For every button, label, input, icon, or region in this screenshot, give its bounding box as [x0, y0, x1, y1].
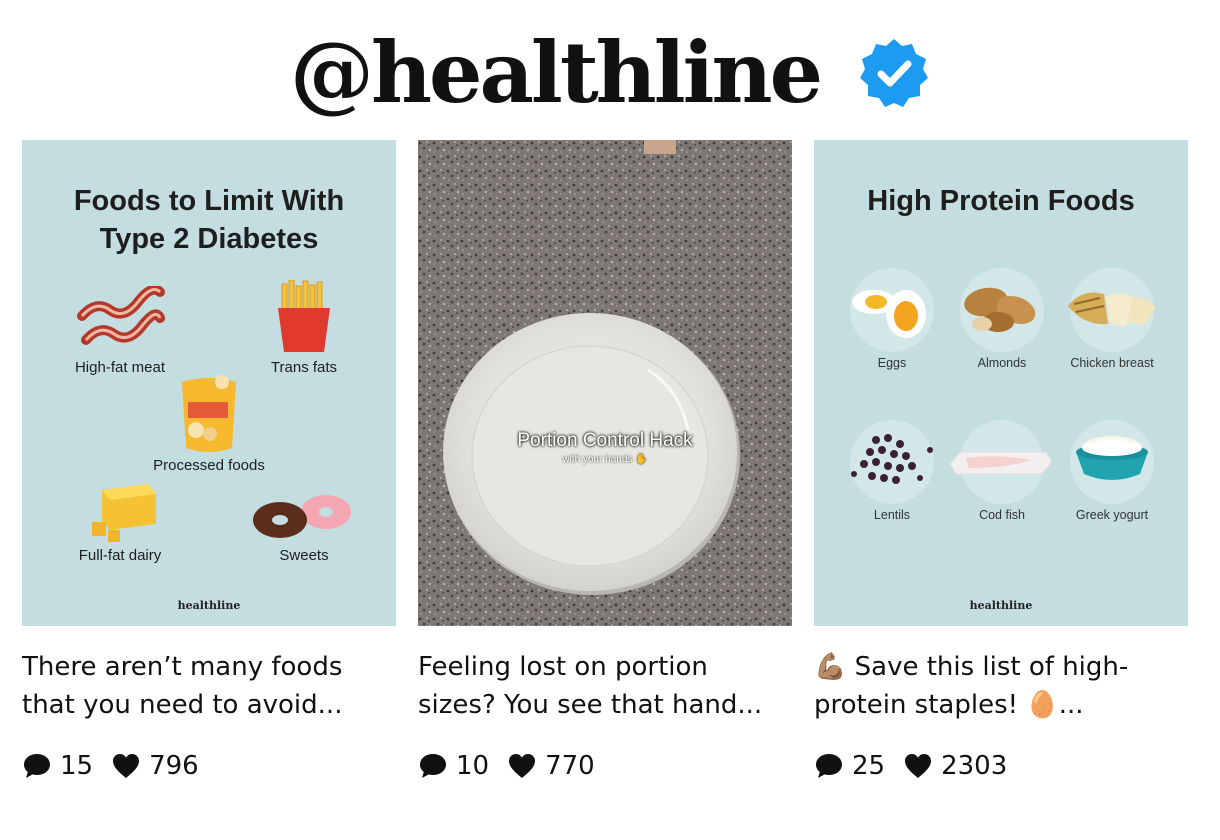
infographic-title: Foods to Limit With Type 2 Diabetes: [22, 182, 396, 258]
heart-icon: [113, 754, 140, 778]
overlay-subtitle: with your hands ✋: [562, 454, 648, 465]
post-caption[interactable]: 💪🏽 Save this list of high-protein staple…: [814, 648, 1188, 724]
lentils-icon: [851, 434, 933, 484]
heart-icon: [905, 754, 932, 778]
comment-bubble-icon: [420, 754, 446, 778]
almonds-icon: [964, 287, 1036, 332]
like-count-value: 770: [545, 751, 595, 781]
like-count[interactable]: 796: [111, 751, 199, 781]
post-stats: 10 770: [418, 746, 792, 786]
post-caption[interactable]: Feeling lost on portion sizes? You see t…: [418, 648, 792, 724]
chips-bag-icon: [182, 375, 236, 452]
infographic-title: High Protein Foods: [867, 185, 1135, 217]
post-stats: 25 2303: [814, 746, 1188, 786]
infographic-item-label: Cod fish: [979, 508, 1025, 522]
donuts-icon: [253, 495, 351, 538]
comment-bubble-icon: [816, 754, 842, 778]
cheese-icon: [92, 484, 156, 542]
post-card[interactable]: Portion Control Hack with your hands ✋ F…: [418, 140, 792, 786]
comment-count[interactable]: 10: [418, 751, 489, 781]
infographic-item-label: Trans fats: [270, 359, 338, 376]
post-thumbnail[interactable]: High Protein Foods Eggs Almonds Chicken …: [814, 140, 1188, 626]
cod-fish-icon: [949, 451, 1053, 475]
egg-icon: [852, 290, 926, 338]
like-count[interactable]: 2303: [903, 751, 1007, 781]
bacon-icon: [77, 286, 165, 345]
infographic-item-label: Lentils: [873, 508, 911, 522]
profile-header: @healthline: [0, 18, 1220, 128]
overlay-title: Portion Control Hack: [517, 430, 693, 451]
granite-countertop-image: [418, 140, 792, 626]
post-thumbnail[interactable]: Foods to Limit With Type 2 Diabetes High…: [22, 140, 396, 626]
brand-logo: healthline: [177, 599, 241, 612]
infographic-item-label: High-fat meat: [74, 359, 166, 376]
infographic-item-label: Eggs: [877, 356, 907, 370]
like-count-value: 2303: [941, 751, 1008, 781]
comment-count[interactable]: 25: [814, 751, 885, 781]
infographic-item-label: Chicken breast: [1070, 356, 1154, 370]
post-stats: 15 796: [22, 746, 396, 786]
infographic-title-line: Type 2 Diabetes: [99, 223, 319, 255]
verified-badge-icon: [860, 39, 929, 107]
comment-count-value: 10: [456, 751, 490, 781]
comment-count-value: 15: [60, 751, 94, 781]
greek-yogurt-icon: [1076, 436, 1148, 480]
chicken-breast-icon: [1068, 292, 1156, 326]
post-card[interactable]: Foods to Limit With Type 2 Diabetes High…: [22, 140, 396, 786]
brand-logo: healthline: [969, 599, 1033, 612]
infographic-item-label: Almonds: [977, 356, 1027, 370]
post-card[interactable]: High Protein Foods Eggs Almonds Chicken …: [814, 140, 1188, 786]
infographic-item-label: Processed foods: [153, 457, 265, 474]
post-thumbnail[interactable]: Portion Control Hack with your hands ✋: [418, 140, 792, 626]
comment-count[interactable]: 15: [22, 751, 93, 781]
infographic-item-label: Sweets: [279, 547, 329, 564]
fries-icon: [278, 280, 330, 352]
comment-bubble-icon: [24, 754, 50, 778]
profile-handle[interactable]: @healthline: [290, 31, 823, 115]
infographic-item-label: Full-fat dairy: [78, 547, 162, 564]
post-caption[interactable]: There aren’t many foods that you need to…: [22, 648, 396, 724]
infographic-title-line: Foods to Limit With: [73, 185, 345, 217]
heart-icon: [509, 754, 536, 778]
like-count[interactable]: 770: [507, 751, 595, 781]
infographic-item-label: Greek yogurt: [1075, 508, 1149, 522]
like-count-value: 796: [149, 751, 199, 781]
comment-count-value: 25: [852, 751, 886, 781]
